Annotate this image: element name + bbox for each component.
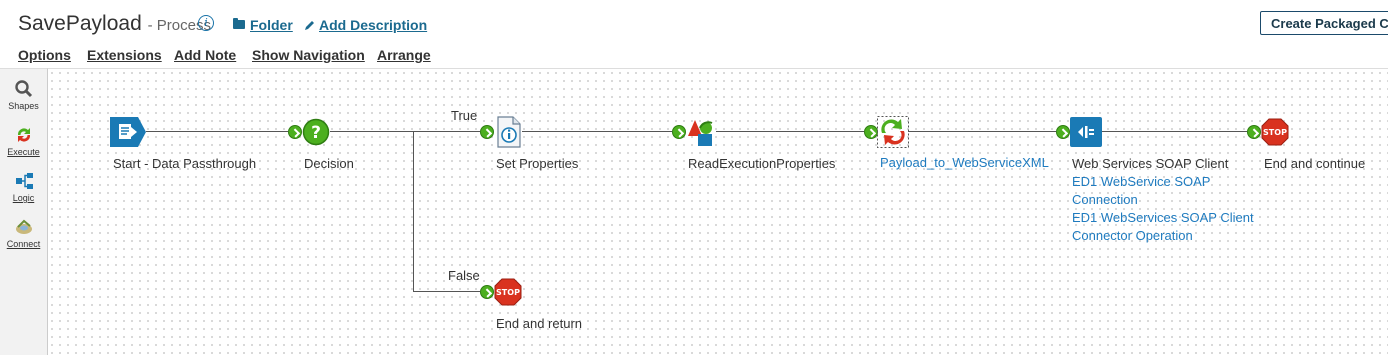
connector-line <box>413 291 480 292</box>
menu-show-navigation[interactable]: Show Navigation <box>252 47 365 63</box>
sidebar-item-shapes[interactable]: Shapes <box>0 77 47 113</box>
connector-line <box>522 131 672 132</box>
shape-label-decision: Decision <box>304 156 354 171</box>
connector-line <box>330 131 480 132</box>
connector-line <box>908 131 1056 132</box>
connector-line <box>146 131 288 132</box>
shape-label-end-and-return: End and return <box>496 316 583 331</box>
sidebar-item-execute[interactable]: Execute <box>0 123 47 159</box>
folder-icon <box>233 18 245 29</box>
logic-icon <box>16 173 33 189</box>
svg-text:STOP: STOP <box>1263 128 1287 137</box>
svg-text:?: ? <box>311 123 321 143</box>
stop-icon[interactable]: STOP <box>494 278 522 306</box>
search-icon <box>15 80 33 98</box>
transform-icon[interactable] <box>877 116 909 148</box>
page-title: SavePayload - Process <box>18 12 211 36</box>
connector-handle[interactable] <box>480 285 494 299</box>
branch-label-false: False <box>448 268 480 283</box>
shape-label-payload-to-webservicexml[interactable]: Payload_to_WebServiceXML <box>880 154 1049 172</box>
start-icon[interactable] <box>110 117 146 147</box>
connection-link-line2[interactable]: Connection <box>1072 191 1138 209</box>
shape-label-end-and-continue: End and continue <box>1264 156 1366 171</box>
operation-link-line2[interactable]: Connector Operation <box>1072 227 1193 245</box>
connector-handle[interactable] <box>1247 125 1261 139</box>
sidebar-item-logic[interactable]: Logic <box>0 169 47 205</box>
sidebar-item-label: Shapes <box>8 101 39 111</box>
add-description-link[interactable]: Add Description <box>319 17 427 33</box>
execute-icon <box>17 128 31 142</box>
operation-link-line1[interactable]: ED1 WebServices SOAP Client <box>1072 209 1254 227</box>
connector-line <box>716 131 864 132</box>
shape-label-web-services-soap-client: Web Services SOAP Client <box>1072 156 1229 171</box>
info-icon[interactable]: i <box>198 15 214 31</box>
shape-label-start: Start - Data Passthrough <box>113 156 257 171</box>
connector-icon[interactable] <box>1070 117 1102 147</box>
set-properties-icon[interactable] <box>495 116 523 148</box>
folder-link[interactable]: Folder <box>250 17 293 33</box>
connector-line <box>413 131 414 292</box>
map-icon[interactable] <box>686 116 718 148</box>
connector-line <box>1101 131 1247 132</box>
sidebar-item-connect[interactable]: Connect <box>0 215 47 251</box>
svg-text:STOP: STOP <box>496 288 520 297</box>
connector-handle[interactable] <box>672 125 686 139</box>
connector-handle[interactable] <box>288 125 302 139</box>
connector-handle[interactable] <box>1056 125 1070 139</box>
connector-handle[interactable] <box>864 125 878 139</box>
sidebar-item-label: Execute <box>7 147 40 157</box>
create-packaged-component-button[interactable]: Create Packaged C <box>1260 11 1388 35</box>
connector-handle[interactable] <box>480 125 494 139</box>
shape-label-set-properties: Set Properties <box>496 156 579 171</box>
stop-icon[interactable]: STOP <box>1261 118 1289 146</box>
shape-palette-sidebar: Shapes Execute Logic Connect <box>0 68 48 355</box>
connection-link-line1[interactable]: ED1 WebService SOAP <box>1072 173 1210 191</box>
process-name: SavePayload <box>18 12 142 35</box>
decision-icon[interactable]: ? <box>302 118 330 146</box>
menu-options[interactable]: Options <box>18 47 71 63</box>
shape-label-read-execution-properties: ReadExecutionProperties <box>688 156 836 171</box>
menu-add-note[interactable]: Add Note <box>174 47 236 63</box>
menu-extensions[interactable]: Extensions <box>87 47 162 63</box>
sidebar-item-label: Logic <box>12 193 35 203</box>
branch-label-true: True <box>451 108 478 123</box>
sidebar-item-label: Connect <box>6 239 41 249</box>
pencil-icon <box>305 21 314 30</box>
process-header: SavePayload - Process i Folder Add Descr… <box>0 0 1388 68</box>
menu-arrange[interactable]: Arrange <box>377 47 431 63</box>
connect-icon <box>16 219 32 234</box>
